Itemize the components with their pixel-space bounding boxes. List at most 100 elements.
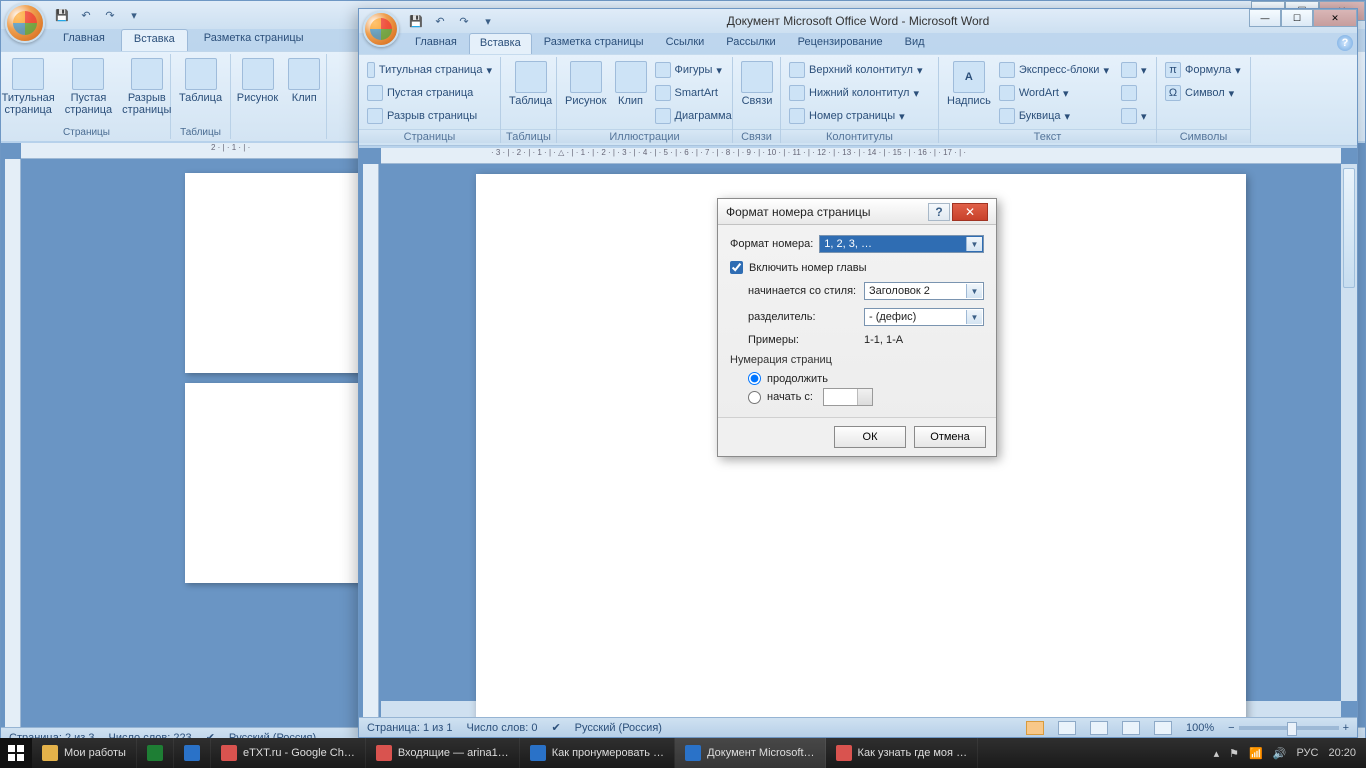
save-icon[interactable]: 💾 [53,6,71,24]
date-time-button[interactable] [1117,82,1151,104]
textbox-button[interactable]: AНадпись [943,59,995,129]
page-number-button[interactable]: Номер страницы ▾ [785,105,934,127]
tray-clock[interactable]: 20:20 [1328,747,1356,759]
dialog-help-button[interactable]: ? [928,203,950,221]
undo-icon[interactable]: ↶ [431,12,449,30]
tab-insert[interactable]: Вставка [469,33,532,54]
document-page[interactable]: Формат номера страницы ? ✕ Формат номера… [476,174,1246,717]
redo-icon[interactable]: ↷ [455,12,473,30]
zoom-in-icon[interactable]: + [1343,722,1349,734]
wordart-button[interactable]: WordArt ▾ [995,82,1113,104]
smartart-button[interactable]: SmartArt [651,82,736,104]
include-chapter-checkbox[interactable] [730,261,743,274]
help-icon[interactable]: ? [1337,35,1353,51]
taskbar-item[interactable]: Документ Microsoft… [675,738,825,768]
zoom-track[interactable] [1239,726,1339,730]
shapes-button[interactable]: Фигуры ▾ [651,59,736,81]
tray-lang[interactable]: РУС [1296,747,1318,759]
taskbar-item[interactable] [137,738,174,768]
cancel-button[interactable]: Отмена [914,426,986,448]
tray-network-icon[interactable]: 📶 [1249,747,1263,760]
page-break-button[interactable]: Разрыв страницы [363,105,496,127]
dropcap-button[interactable]: Буквица ▾ [995,105,1113,127]
tray-expand-icon[interactable]: ▴ [1214,747,1220,760]
start-at-radio[interactable] [748,391,761,404]
header-button[interactable]: Верхний колонтитул ▾ [785,59,934,81]
footer-button[interactable]: Нижний колонтитул ▾ [785,82,934,104]
tab-mailings[interactable]: Рассылки [716,33,785,54]
table-button[interactable]: Таблица [505,59,556,129]
tab-home[interactable]: Главная [405,33,467,54]
document-viewport-front[interactable]: Формат номера страницы ? ✕ Формат номера… [383,168,1339,717]
ruler-vertical-back[interactable] [5,159,21,727]
tab-insert-back[interactable]: Вставка [121,29,188,51]
dialog-titlebar[interactable]: Формат номера страницы ? ✕ [718,199,996,225]
cover-page-button[interactable]: Титульная страница [0,56,59,118]
status-lang[interactable]: Русский (Россия) [575,722,662,734]
tab-layout[interactable]: Разметка страницы [534,33,654,54]
qat-dropdown-icon[interactable]: ▾ [479,12,497,30]
taskbar-item[interactable] [174,738,211,768]
table-button[interactable]: Таблица [175,56,226,106]
picture-button[interactable]: Рисунок [561,59,611,129]
taskbar-item[interactable]: Мои работы [32,738,137,768]
redo-icon[interactable]: ↷ [101,6,119,24]
scrollbar-vertical[interactable] [1341,164,1357,701]
tab-references[interactable]: Ссылки [656,33,715,54]
tray-flag-icon[interactable]: ⚑ [1229,747,1239,760]
clip-button[interactable]: Клип [611,59,651,129]
page-break-button[interactable]: Разрыв страницы [118,56,175,118]
titlebar-front[interactable]: 💾 ↶ ↷ ▾ Документ Microsoft Office Word -… [359,9,1357,33]
zoom-slider[interactable]: − + [1228,722,1349,734]
equation-button[interactable]: πФормула ▾ [1161,59,1246,81]
view-full-screen[interactable] [1058,721,1076,735]
save-icon[interactable]: 💾 [407,12,425,30]
start-at-spinner[interactable] [823,388,873,406]
status-page[interactable]: Страница: 1 из 1 [367,722,453,734]
chevron-down-icon[interactable]: ▼ [966,310,982,324]
clip-button[interactable]: Клип [284,56,324,106]
undo-icon[interactable]: ↶ [77,6,95,24]
starts-style-combo[interactable]: Заголовок 2▼ [864,282,984,300]
picture-button[interactable]: Рисунок [233,56,283,106]
blank-page-button[interactable]: Пустая страница [363,82,496,104]
view-web[interactable] [1090,721,1108,735]
signature-line-button[interactable]: ▾ [1117,59,1151,81]
object-button[interactable]: ▾ [1117,105,1151,127]
separator-combo[interactable]: - (дефис)▼ [864,308,984,326]
blank-page-button[interactable]: Пустая страница [61,56,116,118]
minimize-button[interactable]: — [1249,9,1281,27]
taskbar-item[interactable]: Как пронумеровать … [520,738,675,768]
tab-view[interactable]: Вид [895,33,935,54]
chevron-down-icon[interactable]: ▼ [966,284,982,298]
proofing-icon[interactable]: ✔ [551,721,560,734]
ruler-vertical-front[interactable] [363,164,379,717]
ok-button[interactable]: ОК [834,426,906,448]
quick-parts-button[interactable]: Экспресс-блоки ▾ [995,59,1113,81]
zoom-level[interactable]: 100% [1186,722,1214,734]
maximize-button[interactable]: ☐ [1281,9,1313,27]
tab-review[interactable]: Рецензирование [788,33,893,54]
ruler-horizontal-front[interactable]: · 3 · | · 2 · | · 1 · | · △ · | · 1 · | … [381,148,1341,164]
chevron-down-icon[interactable]: ▼ [966,237,982,251]
taskbar-item[interactable]: Входящие — arina1… [366,738,520,768]
view-draft[interactable] [1154,721,1172,735]
tab-layout-back[interactable]: Разметка страницы [192,29,316,51]
number-format-combo[interactable]: 1, 2, 3, … ▼ [819,235,984,253]
links-button[interactable]: Связи [737,59,777,129]
taskbar-item[interactable]: eTXT.ru - Google Ch… [211,738,366,768]
cover-page-button[interactable]: Титульная страница ▾ [363,59,496,81]
start-button[interactable] [0,738,32,768]
view-print-layout[interactable] [1026,721,1044,735]
taskbar-item[interactable]: Как узнать где моя … [826,738,979,768]
dialog-close-button[interactable]: ✕ [952,203,988,221]
zoom-out-icon[interactable]: − [1228,722,1234,734]
office-button-front[interactable] [363,11,399,47]
close-button[interactable]: ✕ [1313,9,1357,27]
tray-volume-icon[interactable]: 🔊 [1273,747,1287,760]
tab-home-back[interactable]: Главная [51,29,117,51]
status-words[interactable]: Число слов: 0 [467,722,538,734]
qat-dropdown-icon[interactable]: ▾ [125,6,143,24]
chart-button[interactable]: Диаграмма [651,105,736,127]
office-button-back[interactable] [5,3,45,43]
